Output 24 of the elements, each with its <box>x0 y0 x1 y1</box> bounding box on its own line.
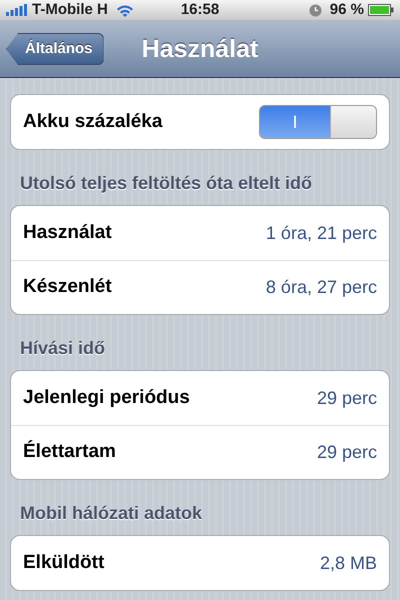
row-label: Elküldött <box>23 550 104 575</box>
battery-percentage: 96 % <box>330 0 364 20</box>
section-header: Utolsó teljes feltöltés óta eltelt idő <box>20 172 314 195</box>
toggle-switch[interactable]: I <box>259 105 377 139</box>
clock-icon <box>308 4 322 16</box>
row-label: Élettartam <box>23 439 116 464</box>
carrier-name: T-Mobile H <box>32 0 108 20</box>
signal-icon <box>6 4 28 16</box>
row-value: 2,8 MB <box>320 552 377 574</box>
row-value: 29 perc <box>316 386 377 410</box>
row-value: 8 óra, 27 perc <box>266 276 377 299</box>
back-button[interactable]: Általános <box>6 33 104 65</box>
row-value: 29 perc <box>316 441 377 464</box>
battery-icon <box>368 4 394 16</box>
wifi-icon <box>116 4 134 16</box>
clock-time: 16:58 <box>180 0 220 18</box>
screen-title: Használat <box>142 34 258 64</box>
section-header: Mobil hálózati adatok <box>20 502 204 525</box>
row-label: Használat <box>23 220 112 245</box>
row-value: 1 óra, 21 perc <box>266 222 377 245</box>
row-label: Jelenlegi periódus <box>23 386 190 410</box>
section-header: Hívási idő <box>20 337 106 360</box>
row-label: Akku százaléka <box>23 110 162 134</box>
row-label: Készenlét <box>23 275 112 300</box>
